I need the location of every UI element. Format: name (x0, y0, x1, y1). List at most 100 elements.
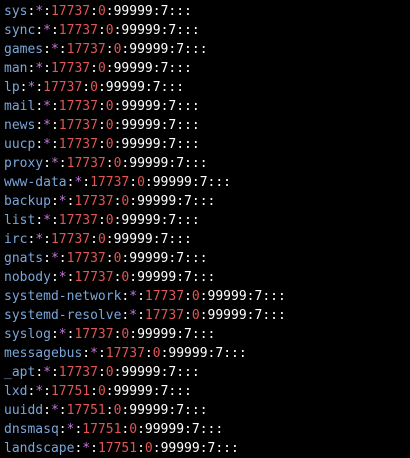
field-separator: : (199, 289, 208, 304)
min-days: 0 (137, 175, 145, 190)
trailing-fields: ::: (184, 42, 208, 57)
last-change-days: 17737 (50, 232, 91, 247)
field-separator: : (50, 118, 59, 133)
min-days: 0 (105, 118, 114, 133)
field-separator: : (58, 156, 67, 171)
shadow-entry-line: mail:*:17737:0:99999:7::: (4, 97, 410, 116)
field-separator: : (35, 137, 44, 152)
trailing-fields: ::: (168, 232, 192, 247)
field-separator: : (105, 4, 114, 19)
field-separator: : (144, 346, 153, 361)
warn-days: 7 (215, 346, 224, 361)
last-change-days: 17737 (58, 213, 98, 228)
field-separator: : (105, 61, 114, 76)
field-separator: : (50, 137, 59, 152)
shadow-entry-line: messagebus:*:17737:0:99999:7::: (4, 344, 410, 363)
last-change-days: 17737 (74, 270, 114, 285)
warn-days: 7 (152, 80, 161, 95)
field-separator: : (43, 384, 51, 399)
password-field: * (129, 289, 138, 304)
last-change-days: 17737 (74, 327, 114, 342)
field-separator: : (90, 441, 98, 456)
username: lxd (4, 384, 28, 399)
last-change-days: 17737 (144, 289, 185, 304)
trailing-fields: ::: (191, 270, 216, 285)
warn-days: 7 (191, 422, 200, 437)
terminal-window[interactable]: sys:*:17737:0:99999:7::: sync:*:17737:0:9… (0, 0, 410, 458)
max-days: 99999 (129, 251, 169, 266)
password-field: * (35, 384, 44, 399)
warn-days: 7 (176, 403, 185, 418)
field-separator: : (184, 308, 192, 323)
password-field: * (43, 365, 51, 380)
max-days: 99999 (113, 61, 153, 76)
username: gnats (4, 251, 44, 266)
field-separator: : (176, 270, 185, 285)
shadow-entry-line: backup:*:17737:0:99999:7::: (4, 192, 410, 211)
max-days: 99999 (207, 289, 247, 304)
trailing-fields: ::: (207, 175, 232, 190)
shadow-entry-line: systemd-resolve:*:17737:0:99999:7::: (4, 306, 410, 325)
field-separator: : (82, 175, 91, 190)
trailing-fields: ::: (191, 194, 216, 209)
shadow-entry-line: _apt:*:17737:0:99999:7::: (4, 363, 410, 382)
field-separator: : (176, 194, 185, 209)
password-field: * (129, 308, 138, 323)
trailing-fields: ::: (176, 213, 200, 228)
max-days: 99999 (152, 175, 192, 190)
shadow-entry-line: games:*:17737:0:99999:7::: (4, 40, 410, 59)
password-field: * (58, 270, 67, 285)
field-separator: : (199, 308, 208, 323)
warn-days: 7 (184, 327, 192, 342)
trailing-fields: ::: (191, 327, 216, 342)
username: list (4, 213, 36, 228)
max-days: 99999 (129, 42, 169, 57)
shadow-entry-line: uuidd:*:17751:0:99999:7::: (4, 401, 410, 420)
username: backup (4, 194, 51, 209)
shadow-entry-line: syslog:*:17737:0:99999:7::: (4, 325, 410, 344)
min-days: 0 (90, 80, 98, 95)
shadow-entry-line: dnsmasq:*:17751:0:99999:7::: (4, 420, 410, 439)
username: games (4, 42, 44, 57)
username: dnsmasq (4, 422, 59, 437)
field-separator: : (97, 365, 106, 380)
max-days: 99999 (137, 270, 177, 285)
last-change-days: 17737 (105, 346, 145, 361)
field-separator: : (105, 251, 114, 266)
warn-days: 7 (176, 251, 185, 266)
field-separator: : (50, 270, 59, 285)
field-separator: : (43, 42, 51, 57)
max-days: 99999 (137, 194, 177, 209)
max-days: 99999 (168, 346, 208, 361)
last-change-days: 17737 (58, 99, 98, 114)
last-change-days: 17737 (66, 251, 106, 266)
username: proxy (4, 156, 44, 171)
username: lp (4, 80, 20, 95)
username: news (4, 118, 36, 133)
last-change-days: 17737 (58, 137, 98, 152)
field-separator: : (129, 194, 138, 209)
last-change-days: 17737 (50, 61, 91, 76)
min-days: 0 (97, 232, 106, 247)
field-separator: : (35, 80, 44, 95)
trailing-fields: ::: (168, 4, 192, 19)
max-days: 99999 (121, 365, 161, 380)
username: sys (4, 4, 28, 19)
max-days: 99999 (105, 80, 145, 95)
max-days: 99999 (207, 308, 247, 323)
field-separator: : (50, 213, 59, 228)
field-separator: : (199, 441, 208, 456)
password-field: * (35, 4, 44, 19)
field-separator: : (184, 289, 192, 304)
trailing-fields: ::: (176, 365, 200, 380)
field-separator: : (90, 61, 98, 76)
min-days: 0 (105, 365, 114, 380)
username: mail (4, 99, 36, 114)
max-days: 99999 (113, 384, 153, 399)
field-separator: : (137, 289, 145, 304)
field-separator: : (35, 213, 44, 228)
field-separator: : (82, 80, 91, 95)
warn-days: 7 (176, 156, 185, 171)
password-field: * (82, 441, 91, 456)
field-separator: : (90, 384, 98, 399)
